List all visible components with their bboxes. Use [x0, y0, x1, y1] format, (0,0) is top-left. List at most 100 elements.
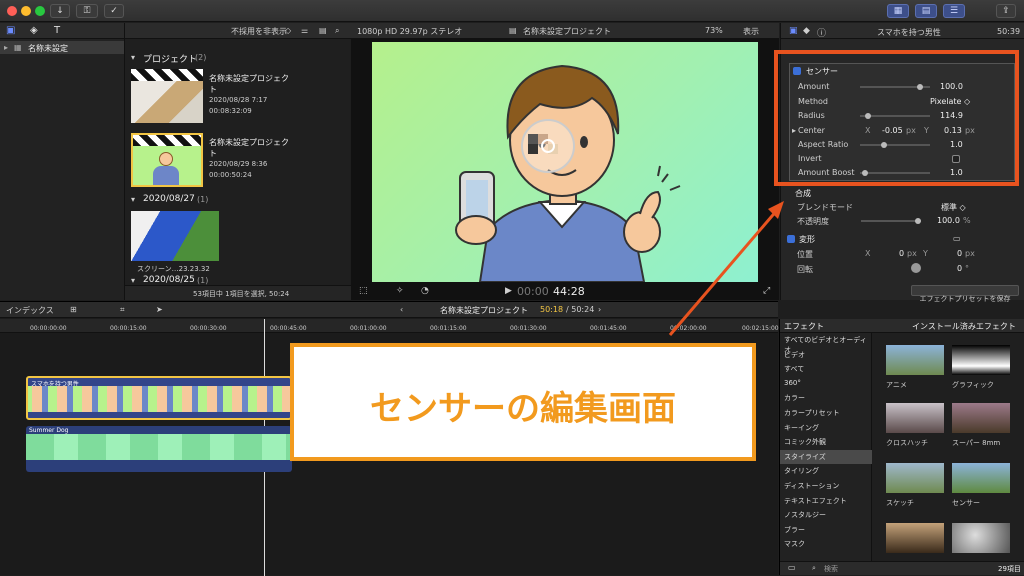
thumbnail-image [133, 146, 201, 185]
view-menu[interactable]: 表示 [743, 26, 759, 37]
project-thumbnail[interactable] [131, 69, 203, 123]
browser-layout-button[interactable]: ▦ [887, 4, 909, 18]
effect-name: スーパー 8mm [952, 439, 1001, 447]
disclosure-down-icon[interactable]: ▾ [131, 53, 135, 62]
back-icon[interactable]: ‹ [400, 305, 403, 314]
effect-category-item[interactable]: コミック外観 [780, 435, 872, 449]
forward-icon[interactable]: › [598, 305, 601, 314]
transform-onscreen-icon[interactable]: ▭ [953, 234, 961, 243]
rotation-unit: ° [965, 264, 969, 273]
minimize-window-button[interactable] [21, 6, 31, 16]
clapper-icon [131, 69, 203, 81]
effect-category-item[interactable]: ブラー [780, 523, 872, 537]
info-icon[interactable]: ⓘ [817, 26, 826, 39]
opacity-slider[interactable] [861, 218, 921, 224]
titles-icon[interactable]: T [54, 26, 60, 36]
effect-thumbnail[interactable] [886, 403, 944, 433]
effect-thumbnail[interactable] [952, 523, 1010, 553]
effect-category-label: スタイライズ [784, 452, 826, 461]
color-inspector-icon[interactable]: ◆ [803, 26, 810, 36]
timecode-prefix: 00:00 [517, 285, 549, 298]
effect-category-item[interactable]: スタイライズ [780, 449, 872, 464]
project-duration: 00:08:32:09 [209, 107, 252, 115]
inspector-layout-button[interactable]: ☰ [943, 4, 965, 18]
effect-category-item[interactable]: ビデオ [780, 348, 872, 362]
thumbnail-image [131, 81, 203, 123]
zoom-window-button[interactable] [35, 6, 45, 16]
video-inspector-icon[interactable]: ▣ [789, 26, 798, 36]
effect-name: グラフィック [952, 381, 994, 389]
timeline-position: 50:18 [540, 305, 564, 314]
clip-appearance-icon[interactable]: ⚌ [301, 26, 308, 35]
effect-category-item[interactable]: すべてのビデオとオーディオ [780, 333, 872, 354]
timeline-layout-button[interactable]: ▤ [915, 4, 937, 18]
video-clip[interactable]: スマホを持つ男性 [26, 376, 292, 420]
audio-clip[interactable]: Summer Dog [26, 426, 292, 472]
disclosure-icon[interactable]: ▸ [4, 43, 8, 52]
effect-thumbnail[interactable] [886, 463, 944, 493]
project-thumbnail-selected[interactable] [131, 133, 203, 187]
chevron-updown-icon[interactable]: ◇ [285, 26, 291, 35]
play-icon[interactable]: ▶ [505, 286, 512, 296]
effect-thumbnail[interactable] [952, 345, 1010, 375]
effect-category-item[interactable]: カラー [780, 391, 872, 405]
opacity-label: 不透明度 [797, 217, 829, 226]
section-count: (2) [195, 53, 207, 62]
library-item[interactable]: ▸ ▦ 名称未設定 [0, 41, 124, 54]
event-icon: ▦ [14, 43, 22, 52]
magic-tool-icon[interactable]: ✧ [396, 286, 404, 296]
rotation-value[interactable]: 0 [957, 264, 962, 273]
search-icon[interactable]: ⌕ [335, 26, 339, 36]
sidebar-toggle-icon[interactable]: ▭ [788, 563, 796, 572]
effect-category-item[interactable]: 360° [780, 377, 872, 391]
check-circle-icon[interactable]: ✓ [104, 4, 124, 18]
effects-search-input[interactable]: 検索 [824, 564, 838, 574]
clip-connect-icon[interactable]: ⊞ [70, 305, 77, 314]
position-x[interactable]: 0 [899, 249, 904, 258]
index-button[interactable]: インデックス [6, 305, 54, 316]
effect-category-item[interactable]: すべて [780, 362, 872, 376]
disclosure-down-icon[interactable]: ▾ [131, 195, 135, 204]
blend-dropdown[interactable]: 標準 ◇ [941, 202, 966, 213]
filter-dropdown[interactable]: 不採用を非表示 [231, 26, 287, 37]
zoom-level[interactable]: 73% [705, 26, 723, 35]
libraries-icon[interactable]: ▣ [6, 26, 15, 36]
download-icon[interactable]: ↓ [50, 4, 70, 18]
slider-knob[interactable] [915, 218, 921, 224]
library-name: 名称未設定 [28, 44, 68, 53]
clip-thumbnail[interactable] [131, 211, 219, 261]
rotation-label: 回転 [797, 265, 813, 274]
effect-category-item[interactable]: カラープリセット [780, 406, 872, 420]
pixelate-block [528, 144, 538, 154]
disclosure-down-icon[interactable]: ▾ [131, 276, 135, 285]
share-icon[interactable]: ⇪ [996, 4, 1016, 18]
trim-icon[interactable]: ⌗ [120, 305, 125, 315]
position-y[interactable]: 0 [957, 249, 962, 258]
filmstrip-view-icon[interactable]: ▤ [319, 26, 327, 35]
photos-icon[interactable]: ◈ [30, 26, 38, 36]
save-preset-button[interactable]: エフェクトプリセットを保存 [911, 285, 1019, 303]
effect-thumbnail[interactable] [952, 463, 1010, 493]
effect-category-item[interactable]: テキストエフェクト [780, 494, 872, 508]
effect-thumbnail[interactable] [886, 345, 944, 375]
effect-category-item[interactable]: マスク [780, 537, 872, 551]
effect-thumbnail[interactable] [886, 523, 944, 553]
key-icon[interactable]: ⚿ [76, 4, 98, 18]
effect-category-item[interactable]: キーイング [780, 421, 872, 435]
crop-tool-icon[interactable]: ⬚ [359, 286, 368, 296]
effect-category-item[interactable]: ノスタルジー [780, 508, 872, 522]
select-tool-icon[interactable]: ➤ [156, 305, 163, 314]
speed-icon[interactable]: ◔ [421, 286, 429, 296]
effect-category-label: ビデオ [784, 350, 805, 359]
project-duration: 00:00:50:24 [209, 171, 252, 179]
effect-category-item[interactable]: ディストーション [780, 479, 872, 493]
effect-category-item[interactable]: タイリング [780, 464, 872, 478]
project-title: 名称未設定プロジェク ト [209, 138, 289, 158]
close-window-button[interactable] [7, 6, 17, 16]
effect-thumbnail[interactable] [952, 403, 1010, 433]
browser-panel: 不採用を非表示 ◇ ⚌ ▤ ⌕ ▾ プロジェクト (2) 名称未設定プロジェク … [124, 23, 351, 300]
installed-effects-dropdown[interactable]: インストール済みエフェクト [912, 321, 1016, 332]
px-unit: px [965, 249, 975, 258]
opacity-value[interactable]: 100.0 [937, 216, 960, 225]
rotation-dial[interactable] [911, 263, 921, 273]
